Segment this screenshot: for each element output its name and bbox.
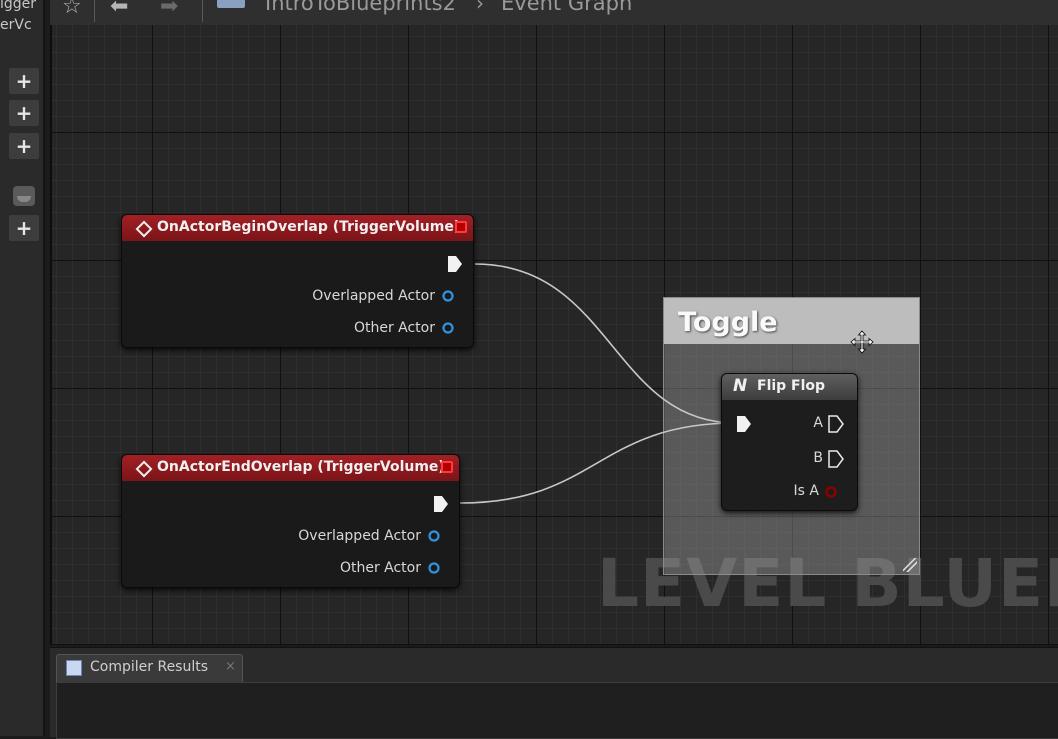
delegate-pin-icon[interactable] (455, 221, 467, 233)
graph-toolbar: ☆ ⬅ ➡ IntroToBlueprints2 › Event Graph (50, 0, 1058, 26)
back-arrow-icon[interactable]: ⬅ (110, 0, 128, 19)
pin-label-is-a: Is A (793, 483, 819, 499)
exec-wire-begin-to-flipflop (474, 263, 737, 424)
add-dispatcher-button[interactable]: + (9, 215, 39, 241)
pin-label-overlapped-actor: Overlapped Actor (298, 528, 421, 544)
flip-flop-node[interactable]: N Flip Flop A B Is A (721, 373, 858, 511)
object-pin-icon[interactable] (442, 290, 454, 302)
node-title: OnActorBeginOverlap (TriggerVolume) (157, 219, 461, 235)
toolbar-divider (202, 0, 203, 22)
pin-label-a: A (813, 415, 823, 431)
tab-compiler-results[interactable]: Compiler Results × (56, 654, 243, 682)
add-variable-button[interactable]: + (9, 68, 39, 94)
bool-pin-icon[interactable] (825, 486, 837, 498)
node-header[interactable]: N Flip Flop (722, 374, 857, 400)
blueprint-graph-icon (217, 0, 245, 8)
event-diamond-icon (135, 220, 153, 238)
details-label-volume: erVc (0, 17, 32, 33)
compiler-results-panel: Compiler Results × (50, 647, 1058, 739)
event-node-end-overlap[interactable]: OnActorEndOverlap (TriggerVolume) Overla… (121, 454, 460, 588)
compiler-log-icon (66, 660, 82, 676)
breadcrumb-chevron-icon: › (476, 0, 484, 15)
forward-arrow-icon[interactable]: ➡ (160, 0, 178, 19)
toolbar-divider (94, 0, 95, 22)
details-panel: igger erVc + + + + (0, 0, 45, 736)
object-pin-icon[interactable] (428, 530, 440, 542)
favorite-star-icon[interactable]: ☆ (62, 0, 82, 19)
node-header[interactable]: OnActorEndOverlap (TriggerVolume) (122, 455, 459, 481)
event-diamond-icon (135, 460, 153, 478)
node-title: Flip Flop (757, 378, 826, 394)
object-pin-icon[interactable] (428, 562, 440, 574)
pin-label-other-actor: Other Actor (339, 560, 421, 576)
exec-wire-end-to-flipflop (459, 422, 737, 504)
node-title: OnActorEndOverlap (TriggerVolume) (157, 459, 445, 475)
add-macro-button[interactable]: + (9, 133, 39, 159)
tab-close-icon[interactable]: × (225, 659, 236, 674)
event-graph-canvas[interactable]: LEVEL BLUEPR Toggle OnActorBeginOverlap … (50, 25, 1058, 645)
breadcrumb-graph[interactable]: Event Graph (501, 0, 632, 15)
pin-label-b: B (813, 450, 823, 466)
compiler-results-body (56, 682, 1058, 739)
node-header[interactable]: OnActorBeginOverlap (TriggerVolume) (122, 215, 473, 241)
pin-label-other-actor: Other Actor (353, 320, 435, 336)
delegate-pin-icon[interactable] (441, 461, 453, 473)
breadcrumb-project[interactable]: IntroToBlueprints2 (265, 0, 456, 15)
pin-label-overlapped-actor: Overlapped Actor (312, 288, 435, 304)
macro-icon: N (733, 376, 748, 396)
database-icon[interactable] (13, 186, 35, 206)
event-node-begin-overlap[interactable]: OnActorBeginOverlap (TriggerVolume) Over… (121, 214, 474, 348)
move-cursor-icon (850, 330, 874, 354)
object-pin-icon[interactable] (442, 322, 454, 334)
tab-label: Compiler Results (90, 659, 209, 675)
add-function-button[interactable]: + (9, 100, 39, 126)
details-label-trigger: igger (0, 0, 37, 12)
